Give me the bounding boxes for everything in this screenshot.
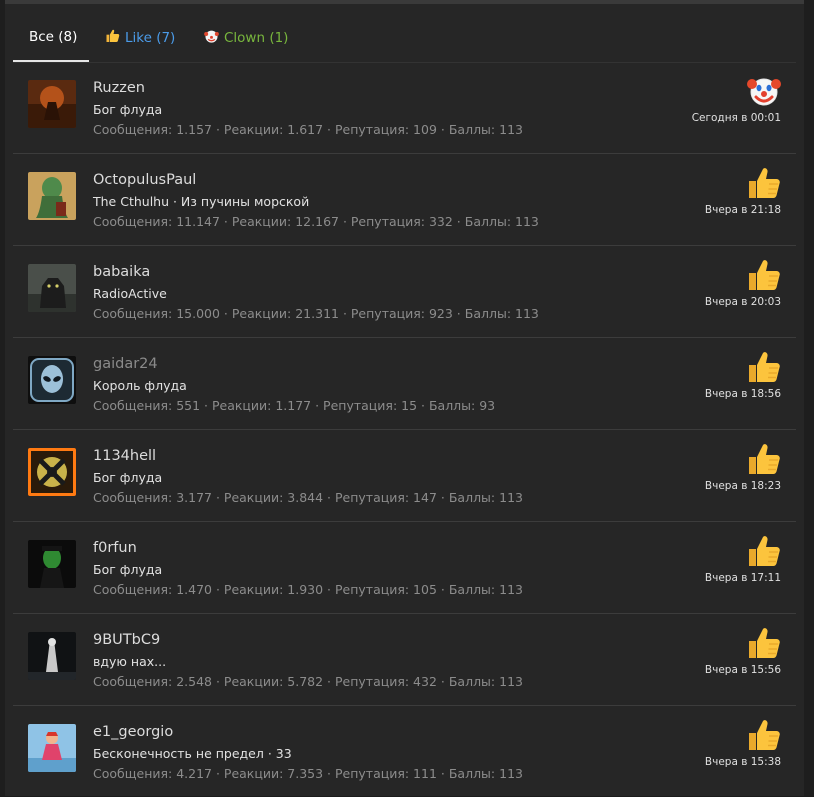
reaction-time: Вчера в 21:18: [704, 204, 781, 216]
tab-like[interactable]: Like (7): [104, 28, 175, 62]
reaction-time: Вчера в 18:23: [704, 480, 781, 492]
username[interactable]: babaika: [93, 264, 150, 280]
thumbs-up-icon: [749, 628, 780, 658]
reaction-time: Вчера в 17:11: [704, 572, 781, 584]
list-item: f0rfun Бог флуда Сообщения: 1.470 · Реак…: [13, 522, 796, 614]
list-item: OctopulusPaul The Cthulhu · Из пучины мо…: [13, 154, 796, 246]
username[interactable]: f0rfun: [93, 540, 137, 556]
tab-all[interactable]: Все (8): [13, 28, 89, 62]
avatar[interactable]: [28, 356, 76, 404]
avatar[interactable]: [28, 172, 76, 220]
avatar[interactable]: [28, 632, 76, 680]
list-item: babaika RadioActive Сообщения: 15.000 · …: [13, 246, 796, 338]
tab-clown-label: Clown (1): [224, 30, 289, 46]
username[interactable]: Ruzzen: [93, 80, 145, 96]
thumbs-up-icon: [106, 29, 120, 42]
thumbs-up-icon: [749, 444, 780, 474]
username[interactable]: gaidar24: [93, 356, 158, 372]
reactions-overlay: Все (8) Like (7) Clown (1) Ruzzen Бог фл…: [5, 4, 804, 796]
thumbs-up-icon: [749, 536, 780, 566]
clown-icon: [204, 30, 219, 43]
user-title: Бесконечность не предел · 33: [93, 746, 292, 761]
user-stats: Сообщения: 2.548 · Реакции: 5.782 · Репу…: [93, 674, 523, 689]
user-title: Бог флуда: [93, 562, 163, 577]
thumbs-up-icon: [749, 168, 780, 198]
user-stats: Сообщения: 1.157 · Реакции: 1.617 · Репу…: [93, 122, 523, 137]
user-title: Король флуда: [93, 378, 187, 393]
user-stats: Сообщения: 3.177 · Реакции: 3.844 · Репу…: [93, 490, 523, 505]
tab-clown[interactable]: Clown (1): [203, 28, 288, 62]
username[interactable]: e1_georgio: [93, 724, 173, 740]
username[interactable]: OctopulusPaul: [93, 172, 196, 188]
reaction-time: Сегодня в 00:01: [691, 112, 781, 124]
tab-all-label: Все (8): [29, 29, 78, 45]
reaction-time: Вчера в 15:56: [704, 664, 781, 676]
avatar[interactable]: [28, 264, 76, 312]
reaction-list: Ruzzen Бог флуда Сообщения: 1.157 · Реак…: [13, 62, 796, 797]
user-title: вдую нах...: [93, 654, 167, 669]
thumbs-up-icon: [749, 352, 780, 382]
username[interactable]: 9BUTbC9: [93, 632, 160, 648]
user-title: The Cthulhu · Из пучины морской: [93, 194, 310, 209]
reaction-time: Вчера в 15:38: [704, 756, 781, 768]
list-item: Ruzzen Бог флуда Сообщения: 1.157 · Реак…: [13, 62, 796, 154]
list-item: 9BUTbC9 вдую нах... Сообщения: 2.548 · Р…: [13, 614, 796, 706]
list-item: gaidar24 Король флуда Сообщения: 551 · Р…: [13, 338, 796, 430]
list-item: e1_georgio Бесконечность не предел · 33 …: [13, 706, 796, 797]
avatar[interactable]: [28, 448, 76, 496]
clown-icon: [747, 78, 781, 106]
page-backdrop-right: [804, 0, 814, 796]
username[interactable]: 1134hell: [93, 448, 156, 464]
reaction-time: Вчера в 20:03: [704, 296, 781, 308]
user-stats: Сообщения: 1.470 · Реакции: 1.930 · Репу…: [93, 582, 523, 597]
user-stats: Сообщения: 4.217 · Реакции: 7.353 · Репу…: [93, 766, 523, 781]
user-title: Бог флуда: [93, 102, 163, 117]
tab-like-label: Like (7): [125, 30, 176, 46]
avatar[interactable]: [28, 724, 76, 772]
user-stats: Сообщения: 11.147 · Реакции: 12.167 · Ре…: [93, 214, 539, 229]
avatar[interactable]: [28, 540, 76, 588]
user-stats: Сообщения: 551 · Реакции: 1.177 · Репута…: [93, 398, 496, 413]
reaction-time: Вчера в 18:56: [704, 388, 781, 400]
user-title: RadioActive: [93, 286, 167, 301]
reaction-tabs: Все (8) Like (7) Clown (1): [13, 4, 796, 62]
thumbs-up-icon: [749, 720, 780, 750]
list-item: 1134hell Бог флуда Сообщения: 3.177 · Ре…: [13, 430, 796, 522]
user-stats: Сообщения: 15.000 · Реакции: 21.311 · Ре…: [93, 306, 539, 321]
avatar[interactable]: [28, 80, 76, 128]
thumbs-up-icon: [749, 260, 780, 290]
user-title: Бог флуда: [93, 470, 163, 485]
